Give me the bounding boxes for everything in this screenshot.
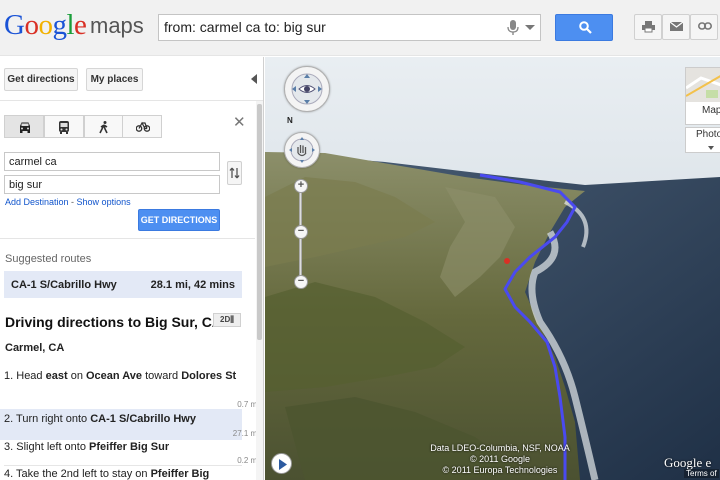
destination-field[interactable] <box>4 175 220 194</box>
view-2d-toggle[interactable]: 2D⫼ <box>213 313 241 327</box>
step-text-bold: Pfeiffer Big <box>150 468 210 480</box>
direction-step[interactable]: 2. Turn right onto CA-1 S/Cabrillo Hwy <box>0 413 242 426</box>
google-logo[interactable]: Google <box>4 9 87 42</box>
add-destination-row: Add Destination - Show options <box>5 197 131 207</box>
mode-transit[interactable] <box>44 115 84 138</box>
hand-icon <box>289 137 315 163</box>
terms-link[interactable]: Terms of <box>684 469 719 478</box>
look-control[interactable] <box>284 66 330 112</box>
link-icon <box>698 22 712 30</box>
map-thumbnail-icon <box>685 68 720 102</box>
search-icon <box>579 21 592 34</box>
attribution-line: © 2011 Europa Technologies <box>442 465 558 475</box>
step-text-bold: Pfeiffer Big Sur <box>89 441 170 453</box>
add-destination-link[interactable]: Add Destination <box>5 197 69 207</box>
step-text: Head <box>16 370 46 382</box>
logo-letter: e <box>74 9 87 41</box>
divider <box>0 100 263 101</box>
suggested-route-item[interactable]: CA-1 S/Cabrillo Hwy 28.1 mi, 42 mins <box>4 271 242 298</box>
divider <box>0 238 255 239</box>
swap-icon <box>229 167 240 179</box>
search-input[interactable] <box>164 19 494 35</box>
mode-driving[interactable] <box>4 115 44 138</box>
compass-north-label: N <box>287 116 293 125</box>
send-button[interactable] <box>662 14 690 40</box>
mode-cycling[interactable] <box>122 115 162 138</box>
logo-letter: G <box>4 9 25 41</box>
attribution-line: © 2011 Google <box>469 454 530 464</box>
directions-panel: Get directions My places ✕ carmel ca big… <box>0 57 264 480</box>
map-type-button[interactable] <box>685 67 720 125</box>
step-number: 1. <box>4 370 14 382</box>
route-marker <box>504 258 510 264</box>
get-directions-button[interactable]: GET DIRECTIONS <box>138 209 220 231</box>
route-stats: 28.1 mi, 42 mins <box>150 279 235 291</box>
zoom-out-button[interactable]: − <box>294 275 308 289</box>
start-location: Carmel, CA <box>5 342 65 354</box>
close-icon[interactable]: ✕ <box>233 113 246 131</box>
photos-label: Photo <box>696 129 720 140</box>
step-text-bold: CA-1 S/Cabrillo Hwy <box>90 413 196 425</box>
transit-icon <box>59 121 69 134</box>
logo-letter: o <box>24 9 39 41</box>
search-box[interactable] <box>158 14 541 41</box>
direction-step[interactable]: 1. Head east on Ocean Ave toward Dolores… <box>0 370 242 383</box>
eye-icon <box>291 73 323 105</box>
start-field[interactable] <box>4 152 220 171</box>
map-attribution: Data LDEO-Columbia, NSF, NOAA © 2011 Goo… <box>425 443 575 476</box>
zoom-in-button[interactable]: + <box>294 179 308 193</box>
step-number: 3. <box>4 441 14 453</box>
view-2d-label: 2D <box>220 315 231 324</box>
link-separator: - <box>68 197 77 207</box>
link-button[interactable] <box>690 14 718 40</box>
scrollbar-thumb[interactable] <box>257 104 262 340</box>
step-number: 4. <box>4 468 14 480</box>
collapse-panel-icon[interactable] <box>251 74 257 84</box>
mic-icon[interactable] <box>507 20 519 36</box>
play-tour-button[interactable] <box>271 453 292 474</box>
attribution-line: Data LDEO-Columbia, NSF, NOAA <box>430 443 570 453</box>
car-icon <box>20 122 30 133</box>
mode-walking[interactable] <box>84 115 124 138</box>
step-text-bold: Ocean Ave <box>86 370 143 382</box>
suggested-routes-title: Suggested routes <box>5 253 92 265</box>
logo-letter: l <box>66 9 75 41</box>
bike-icon <box>136 121 150 132</box>
play-icon <box>279 459 287 470</box>
earth-terrain <box>265 57 720 480</box>
step-text: on <box>67 370 86 382</box>
step-text: Slight left onto <box>16 441 90 453</box>
mail-icon <box>670 21 683 31</box>
step-number: 2. <box>4 413 14 425</box>
my-places-tab[interactable]: My places <box>86 68 143 91</box>
chevron-down-icon <box>708 146 714 150</box>
zoom-handle[interactable]: − <box>294 225 308 239</box>
pan-control[interactable] <box>284 132 320 168</box>
step-text-bold: Dolores St <box>181 370 237 382</box>
step-text: Take the 2nd left to stay on <box>16 468 151 480</box>
print-icon <box>642 21 655 33</box>
directions-title: Driving directions to Big Sur, CA <box>5 314 223 330</box>
step-text: toward <box>142 370 182 382</box>
walk-icon <box>99 121 108 134</box>
logo-letter: g <box>52 9 67 41</box>
logo-maps-text: maps <box>90 13 144 38</box>
divider <box>4 465 242 466</box>
show-options-link[interactable]: Show options <box>77 197 131 207</box>
map-view[interactable]: N + − − Map Photo Data LDEO-Columbia, NS… <box>265 57 720 480</box>
direction-step[interactable]: 3. Slight left onto Pfeiffer Big Sur <box>0 441 242 454</box>
step-text-bold: east <box>45 370 68 382</box>
search-button[interactable] <box>555 14 613 41</box>
swap-route-button[interactable] <box>227 161 242 185</box>
print-button[interactable] <box>634 14 662 40</box>
step-text: Turn right onto <box>16 413 91 425</box>
get-directions-tab[interactable]: Get directions <box>4 68 78 91</box>
map-type-label: Map <box>702 105 720 116</box>
route-name: CA-1 S/Cabrillo Hwy <box>11 279 117 291</box>
chevron-down-icon[interactable] <box>525 25 535 30</box>
logo-letter: o <box>38 9 53 41</box>
direction-step[interactable]: 4. Take the 2nd left to stay on Pfeiffer… <box>0 468 242 480</box>
header-bar: Google maps <box>0 0 720 56</box>
